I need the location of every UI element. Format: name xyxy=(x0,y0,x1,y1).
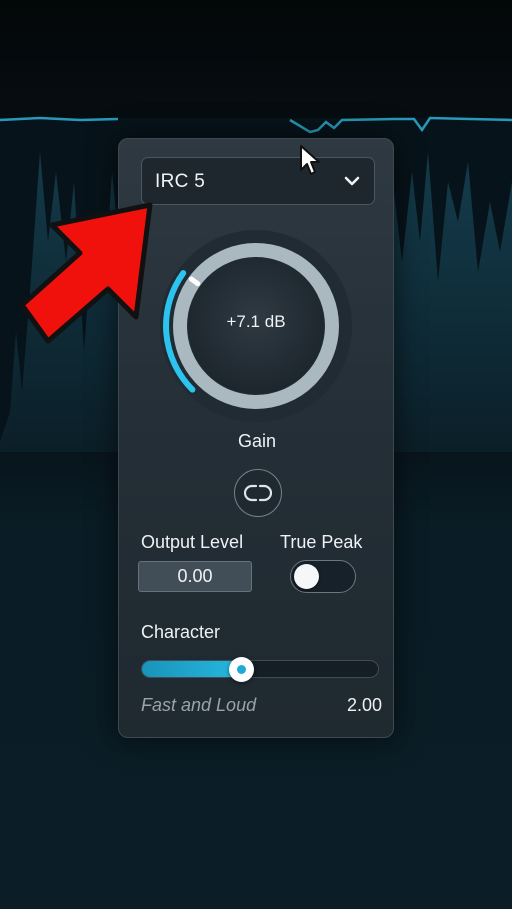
true-peak-label: True Peak xyxy=(280,532,363,552)
slider-fill xyxy=(142,661,242,677)
output-level-label: Output Level xyxy=(141,532,244,552)
true-peak-toggle[interactable] xyxy=(290,560,356,593)
character-mode-label: Fast and Loud xyxy=(141,695,257,715)
link-button[interactable] xyxy=(234,469,282,517)
link-icon xyxy=(244,484,272,502)
gain-value: +7.1 dB xyxy=(226,312,286,331)
gain-knob[interactable]: +7.1 dB xyxy=(156,226,356,426)
app-screen: IRC 5 +7.1 dB Gain Output Level 0.00 Tru… xyxy=(0,0,512,909)
top-background xyxy=(0,0,512,118)
mouse-cursor-icon xyxy=(300,145,320,175)
character-label: Character xyxy=(141,622,221,642)
preset-dropdown[interactable]: IRC 5 xyxy=(141,157,375,205)
character-value: 2.00 xyxy=(346,695,382,715)
chevron-down-icon xyxy=(344,176,360,186)
output-level-input[interactable]: 0.00 xyxy=(138,561,252,592)
gain-label: Gain xyxy=(237,431,277,451)
toggle-knob xyxy=(294,564,319,589)
slider-thumb[interactable] xyxy=(229,656,255,682)
preset-value: IRC 5 xyxy=(155,171,206,192)
arrow-pointer xyxy=(19,202,153,344)
character-slider[interactable] xyxy=(141,656,379,682)
